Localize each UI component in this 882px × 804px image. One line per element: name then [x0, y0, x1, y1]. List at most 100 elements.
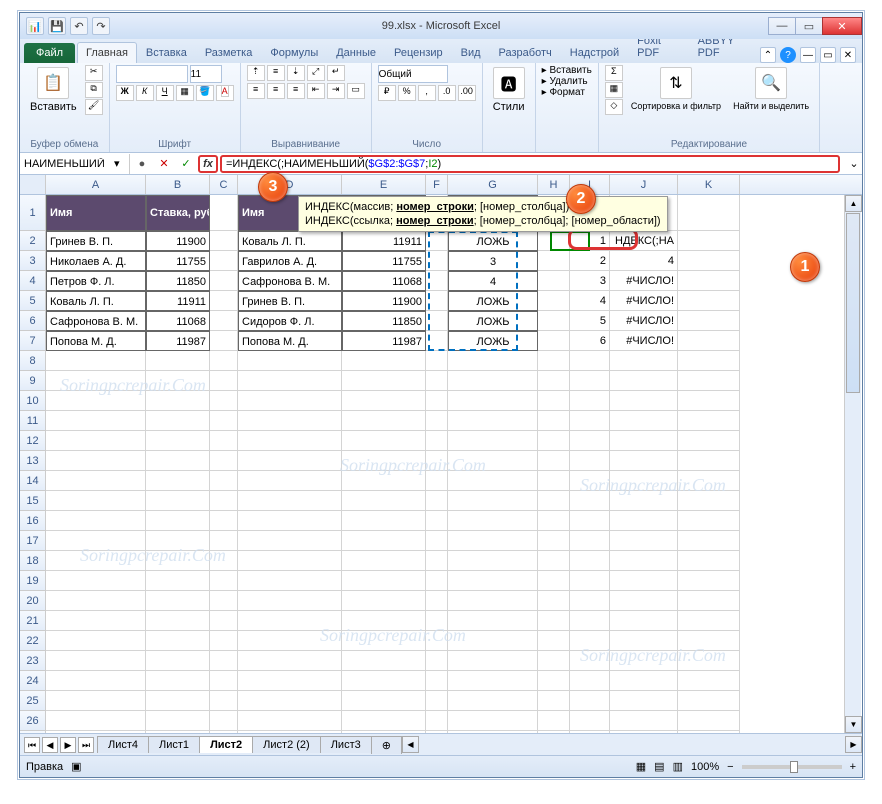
cell[interactable] [146, 531, 210, 551]
cell[interactable] [46, 531, 146, 551]
cell[interactable] [538, 251, 570, 271]
align-top-icon[interactable]: ⇡ [247, 65, 265, 81]
cell[interactable] [146, 451, 210, 471]
cell[interactable]: Ставка, руб. [146, 195, 210, 231]
help-icon[interactable]: ? [780, 47, 796, 63]
cell[interactable]: ЛОЖЬ [448, 311, 538, 331]
paste-button[interactable]: 📋 Вставить [26, 65, 81, 115]
cell[interactable]: Имя [46, 195, 146, 231]
cell[interactable]: 4 [570, 291, 610, 311]
cell[interactable] [146, 491, 210, 511]
cell[interactable]: 11068 [342, 271, 426, 291]
cell[interactable] [210, 291, 238, 311]
cell[interactable] [238, 531, 342, 551]
cell[interactable]: 11987 [146, 331, 210, 351]
cell[interactable] [426, 471, 448, 491]
sheet-tab-active[interactable]: Лист2 [199, 736, 253, 753]
cell[interactable] [610, 511, 678, 531]
cell[interactable] [210, 251, 238, 271]
column-header[interactable]: E [342, 175, 426, 194]
cell[interactable] [46, 611, 146, 631]
cell[interactable] [426, 691, 448, 711]
copy-icon[interactable]: ⧉ [85, 82, 103, 98]
cell[interactable] [146, 391, 210, 411]
cell[interactable] [210, 471, 238, 491]
row-header[interactable]: 21 [20, 611, 46, 631]
cell[interactable]: НДЕКС(;НА [610, 231, 678, 251]
row-header[interactable]: 10 [20, 391, 46, 411]
cell[interactable] [146, 671, 210, 691]
cell[interactable] [46, 671, 146, 691]
cell[interactable] [538, 531, 570, 551]
close-button[interactable]: ✕ [822, 17, 862, 35]
cell[interactable] [610, 551, 678, 571]
cell[interactable] [210, 691, 238, 711]
cell[interactable] [426, 351, 448, 371]
cell[interactable]: 11911 [146, 291, 210, 311]
cell[interactable] [538, 651, 570, 671]
cell[interactable] [426, 491, 448, 511]
cell[interactable] [426, 271, 448, 291]
font-name-input[interactable] [116, 65, 188, 83]
clear-icon[interactable]: ◇ [605, 99, 623, 115]
cell[interactable] [610, 611, 678, 631]
cell[interactable] [426, 551, 448, 571]
cell[interactable] [146, 731, 210, 733]
cell[interactable] [448, 631, 538, 651]
scroll-down-button[interactable]: ▼ [845, 716, 862, 733]
cell[interactable] [426, 511, 448, 531]
cell[interactable] [146, 691, 210, 711]
cell[interactable] [426, 731, 448, 733]
view-layout-icon[interactable]: ▤ [654, 760, 664, 773]
zoom-out-button[interactable]: − [727, 761, 733, 773]
cell[interactable]: #ЧИСЛО! [610, 291, 678, 311]
cell[interactable] [448, 671, 538, 691]
cell[interactable]: #ЧИСЛО! [610, 311, 678, 331]
format-painter-icon[interactable]: 🖌 [85, 99, 103, 115]
scroll-left-button[interactable]: ◀ [402, 736, 419, 753]
cell[interactable] [146, 471, 210, 491]
cell[interactable] [678, 391, 740, 411]
cell[interactable] [46, 431, 146, 451]
cell[interactable] [238, 711, 342, 731]
cell[interactable]: 11850 [342, 311, 426, 331]
orientation-icon[interactable]: ⤢ [307, 65, 325, 81]
cell[interactable] [610, 711, 678, 731]
row-header[interactable]: 6 [20, 311, 46, 331]
cell[interactable] [678, 251, 740, 271]
cell[interactable]: 4 [610, 251, 678, 271]
cell[interactable] [238, 431, 342, 451]
currency-icon[interactable]: ₽ [378, 85, 396, 101]
cell[interactable] [342, 711, 426, 731]
cell[interactable] [610, 391, 678, 411]
cell[interactable] [426, 611, 448, 631]
cell[interactable] [426, 431, 448, 451]
tab-review[interactable]: Рецензир [385, 42, 452, 63]
cell[interactable] [678, 451, 740, 471]
worksheet-grid[interactable]: A B C D E F G H I J K 1 Имя Ставка, руб.… [20, 175, 862, 733]
row-header[interactable]: 11 [20, 411, 46, 431]
row-header[interactable]: 27 [20, 731, 46, 733]
cell[interactable] [678, 271, 740, 291]
cell[interactable] [210, 651, 238, 671]
tab-formulas[interactable]: Формулы [261, 42, 327, 63]
zoom-level[interactable]: 100% [691, 761, 719, 773]
sheet-nav-first-icon[interactable]: ⏮ [24, 737, 40, 753]
row-header[interactable]: 2 [20, 231, 46, 251]
cell[interactable]: 11850 [146, 271, 210, 291]
align-bottom-icon[interactable]: ⇣ [287, 65, 305, 81]
cell[interactable] [678, 491, 740, 511]
cell[interactable] [610, 471, 678, 491]
row-header[interactable]: 15 [20, 491, 46, 511]
column-header[interactable]: C [210, 175, 238, 194]
formula-dropdown-icon[interactable]: ● [132, 155, 152, 173]
cell[interactable] [238, 651, 342, 671]
row-header[interactable]: 18 [20, 551, 46, 571]
cell[interactable] [610, 371, 678, 391]
cell[interactable]: #ЧИСЛО! [610, 331, 678, 351]
wrap-text-icon[interactable]: ↵ [327, 65, 345, 81]
cell[interactable] [210, 531, 238, 551]
cell[interactable]: 2 [570, 251, 610, 271]
cell[interactable]: 4 [448, 271, 538, 291]
cell[interactable] [678, 195, 740, 231]
